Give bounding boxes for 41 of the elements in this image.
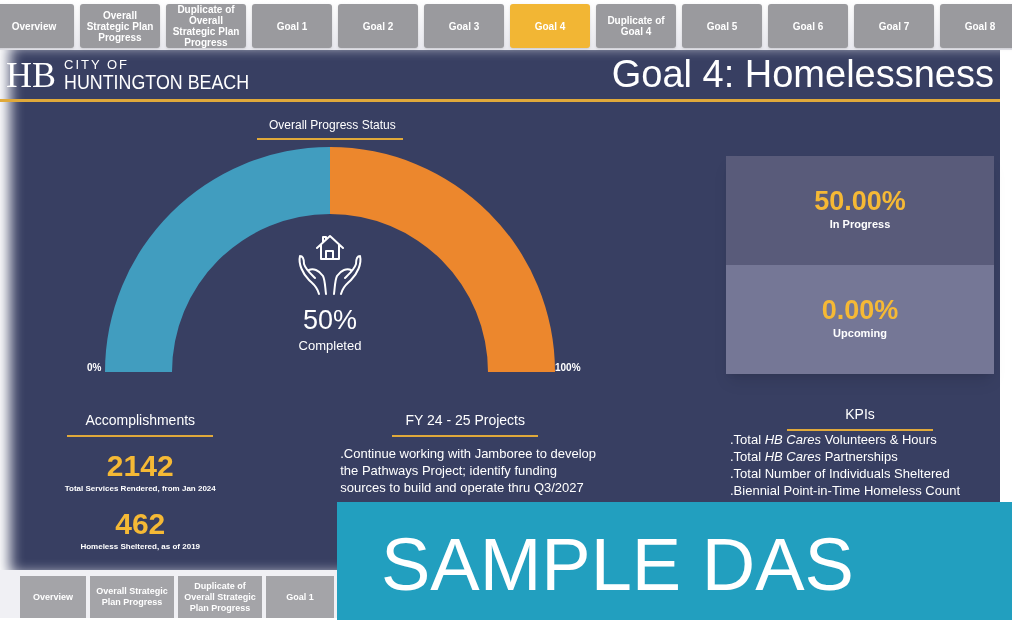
section-title: Accomplishments <box>67 410 214 437</box>
stat-value: 462 <box>115 509 166 539</box>
project-item: .Continue working with Jamboree to develop the Pathways Project; identify funding sources to build and operate thru Q3/2027 <box>340 445 598 496</box>
status-value: 0.00% <box>821 297 899 325</box>
section-title: KPIs <box>787 404 933 431</box>
tab[interactable]: Goal 1 <box>252 4 332 48</box>
stat-label: Total Services Rendered, from Jan 2024 <box>64 483 216 495</box>
status-label: Upcoming <box>833 326 887 342</box>
tab[interactable]: Duplicate of Overall Strategic Plan Progress <box>166 4 246 48</box>
tab[interactable]: Goal 6 <box>768 4 848 48</box>
tab[interactable]: Overall Strategic Plan Progress <box>90 576 174 618</box>
progress-caption: Completed <box>297 337 363 355</box>
tab[interactable]: Duplicate of Goal 4 <box>596 4 676 48</box>
kpi-item: .Total Number of Individuals Sheltered <box>730 465 951 482</box>
chart-title: Overall Progress Status <box>257 116 403 140</box>
sample-banner: SAMPLE DAS <box>337 502 1012 620</box>
status-label: In Progress <box>829 217 891 233</box>
page-title: Goal 4: Homelessness <box>611 52 994 97</box>
tab[interactable]: Goal 7 <box>854 4 934 48</box>
tab[interactable]: Goal 3 <box>424 4 504 48</box>
progress-value: 50% <box>301 304 358 337</box>
axis-label: 100% <box>555 361 581 375</box>
kpi-item: .Total HB Cares Volunteers & Hours <box>730 431 938 448</box>
tab[interactable]: Overview <box>0 4 74 48</box>
status-value: 50.00% <box>814 188 906 216</box>
tab[interactable]: Duplicate of Overall Strategic Plan Progress <box>178 576 262 618</box>
logo-text: CITY OF <box>64 57 131 71</box>
tab[interactable]: Goal 4 <box>510 4 590 48</box>
stat-value: 2142 <box>106 451 174 481</box>
tab[interactable]: Goal 8 <box>940 4 1012 48</box>
tab[interactable]: Overview <box>20 576 86 618</box>
kpi-item: .Biennial Point-in-Time Homeless Count <box>730 482 961 499</box>
kpi-item: .Total HB Cares Partnerships <box>730 448 899 465</box>
tab[interactable]: Goal 2 <box>338 4 418 48</box>
logo-text: HUNTINGTON BEACH <box>64 70 250 92</box>
stat-label: Homeless Sheltered, as of 2019 <box>80 541 201 553</box>
axis-label: 0% <box>87 361 102 375</box>
section-title: FY 24 - 25 Projects <box>392 410 539 437</box>
tab[interactable]: Goal 5 <box>682 4 762 48</box>
tab[interactable]: Goal 1 <box>266 576 334 618</box>
tab[interactable]: Overall Strategic Plan Progress <box>80 4 160 48</box>
